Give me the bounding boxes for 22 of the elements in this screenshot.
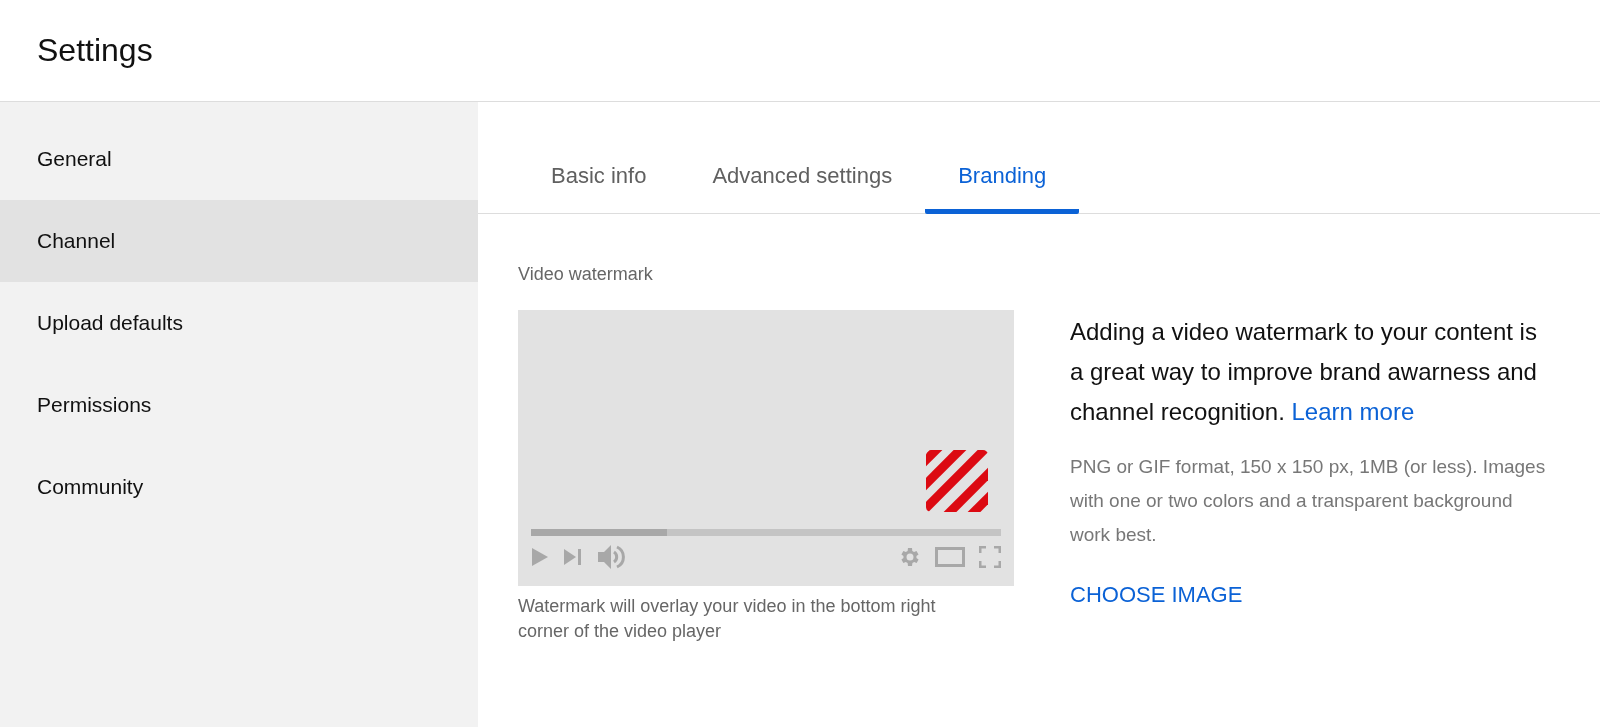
- requirements-text: PNG or GIF format, 150 x 150 px, 1MB (or less). Images with one or two colors and a transparent background work best.: [1070, 455, 1547, 547]
- description-text: Adding a video watermark to your content is a great way to improve brand awarness and channel recognition. Learn more: [1070, 317, 1538, 427]
- watermark-icon: [926, 450, 988, 512]
- sidebar-item[interactable]: Permissions: [0, 364, 478, 446]
- sidebar-item[interactable]: General: [0, 118, 478, 200]
- volume-icon[interactable]: [597, 544, 625, 570]
- tab[interactable]: Advanced settings: [679, 163, 926, 214]
- skip-next-icon[interactable]: [563, 548, 583, 566]
- progress-track[interactable]: [531, 529, 1001, 536]
- learn-more-link[interactable]: Learn more: [1291, 398, 1415, 425]
- fullscreen-icon[interactable]: [979, 546, 1001, 568]
- sidebar-item[interactable]: Community: [0, 446, 478, 528]
- page-title: Settings: [37, 32, 153, 69]
- tab[interactable]: Branding: [925, 163, 1080, 214]
- theater-mode-icon[interactable]: [935, 547, 965, 567]
- caption-text: Watermark will overlay your video in the bottom right corner of the video player: [518, 595, 937, 643]
- section-heading: Video watermark: [518, 264, 654, 285]
- tab[interactable]: Basic info: [518, 163, 680, 214]
- sidebar-item[interactable]: Upload defaults: [0, 282, 478, 364]
- choose-image-button[interactable]: CHOOSE IMAGE: [1070, 582, 1243, 608]
- play-icon[interactable]: [531, 547, 549, 567]
- sidebar-item[interactable]: Channel: [0, 200, 478, 282]
